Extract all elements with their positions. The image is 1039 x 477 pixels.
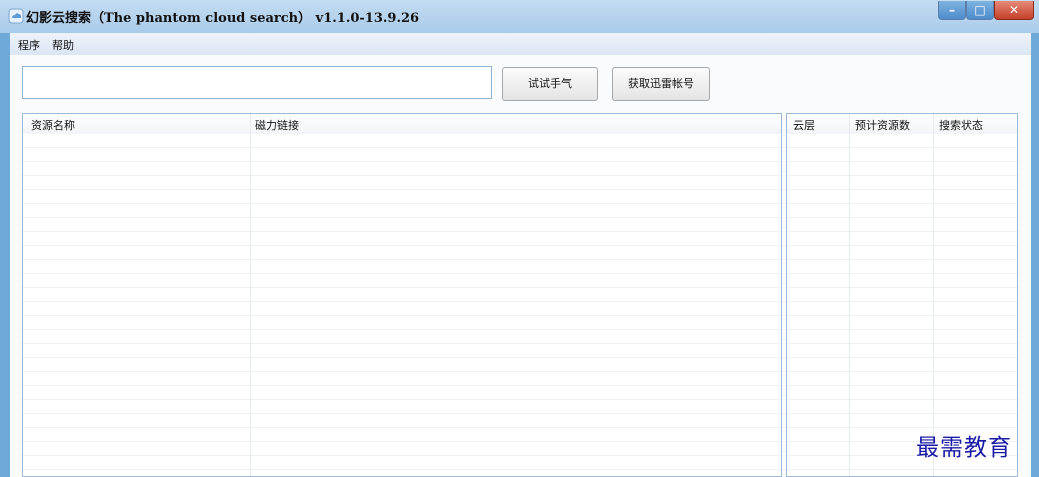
results-header: 资源名称 磁力链接 [23, 114, 781, 135]
status-header: 云层 预计资源数 搜索状态 [787, 114, 1017, 135]
minimize-button[interactable]: – [938, 1, 966, 20]
column-divider [849, 114, 850, 476]
column-divider [250, 114, 251, 476]
close-icon: ✕ [1008, 3, 1020, 17]
watermark: 最需教育 [916, 435, 1012, 461]
window-title: 幻影云搜索（The phantom cloud search） v1.1.0-1… [26, 11, 420, 26]
close-button[interactable]: ✕ [994, 1, 1034, 20]
maximize-button[interactable]: □ [966, 1, 994, 20]
column-search-status[interactable]: 搜索状态 [939, 117, 983, 133]
column-divider [933, 114, 934, 476]
results-rows [23, 134, 781, 476]
column-cloud-layer[interactable]: 云层 [793, 117, 815, 133]
client-area: 程序 帮助 试试手气 获取迅雷帐号 资源名称 磁力链接 云层 预计资源数 搜索状… [10, 33, 1031, 477]
try-luck-button[interactable]: 试试手气 [502, 67, 598, 101]
menu-program[interactable]: 程序 [18, 37, 40, 53]
menu-bar: 程序 帮助 [10, 33, 1031, 55]
menu-help[interactable]: 帮助 [52, 37, 74, 53]
search-input[interactable] [22, 66, 492, 99]
results-list[interactable]: 资源名称 磁力链接 [22, 113, 782, 477]
get-thunder-account-button[interactable]: 获取迅雷帐号 [612, 67, 710, 101]
minimize-icon: – [949, 3, 955, 17]
maximize-icon: □ [974, 3, 986, 17]
title-bar[interactable]: 幻影云搜索（The phantom cloud search） v1.1.0-1… [0, 0, 1039, 33]
status-rows [787, 134, 1017, 476]
column-resource-name[interactable]: 资源名称 [31, 117, 75, 133]
app-window: 幻影云搜索（The phantom cloud search） v1.1.0-1… [0, 0, 1039, 477]
column-estimated-count[interactable]: 预计资源数 [855, 117, 910, 133]
column-magnet-link[interactable]: 磁力链接 [255, 117, 299, 133]
cloud-app-icon [8, 8, 24, 24]
status-list[interactable]: 云层 预计资源数 搜索状态 [786, 113, 1018, 477]
